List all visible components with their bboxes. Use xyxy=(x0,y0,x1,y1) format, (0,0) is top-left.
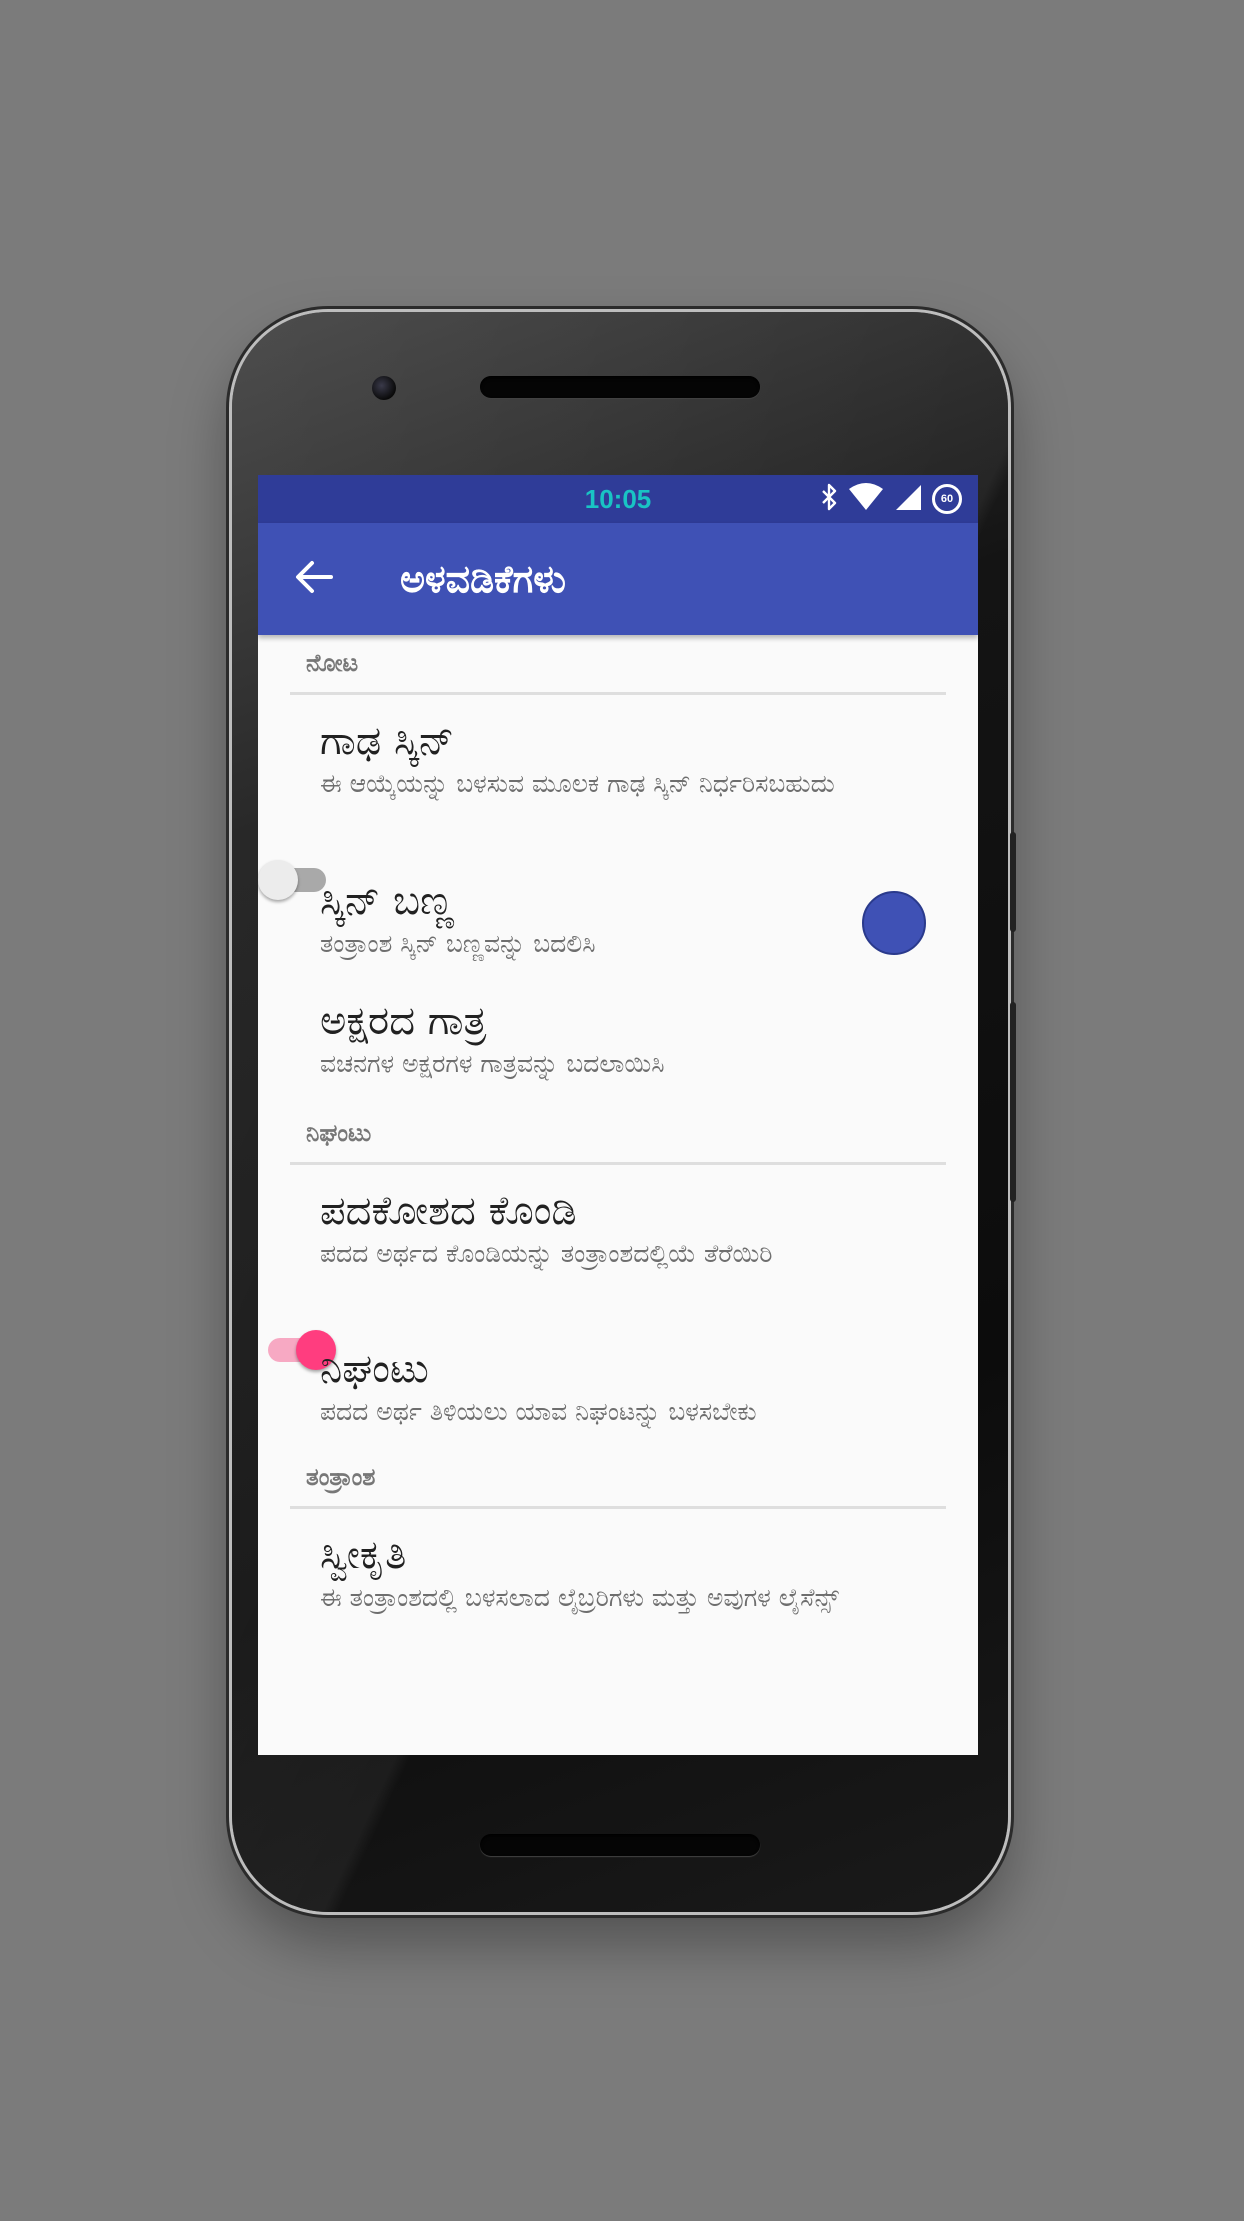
pref-title: ಪದಕೋಶದ ಕೊಂಡಿ xyxy=(320,1188,577,1234)
bottom-speaker xyxy=(480,1834,760,1856)
status-icons: 60 xyxy=(820,483,962,515)
category-header: ತಂತ್ರಾಂಶ xyxy=(258,1449,978,1509)
page-title: ಅಳವಡಿಕೆಗಳು xyxy=(400,556,566,601)
category-label: ನೋಟ xyxy=(306,649,359,677)
settings-list: ನೋಟ ಗಾಢ ಸ್ಕಿನ್ ಈ ಆಯ್ಕೆಯನ್ನು ಬಳಸುವ ಮೂಲಕ ಗ… xyxy=(258,635,978,1659)
pref-font-size[interactable]: ಅಕ್ಷರದ ಗಾತ್ರ ವಚನಗಳ ಅಕ್ಷರಗಳ ಗಾತ್ರವನ್ನು ಬದ… xyxy=(258,975,978,1105)
pref-title: ಸ್ವೀಕೃತಿ xyxy=(320,1532,407,1578)
pref-skin-color[interactable]: ಸ್ಕಿನ್ ಬಣ್ಣ ತಂತ್ರಾಂಶ ಸ್ಕಿನ್ ಬಣ್ಣವನ್ನು ಬದ… xyxy=(258,855,978,975)
pref-dark-skin[interactable]: ಗಾಢ ಸ್ಕಿನ್ ಈ ಆಯ್ಕೆಯನ್ನು ಬಳಸುವ ಮೂಲಕ ಗಾಢ ಸ… xyxy=(258,695,978,900)
pref-summary: ಈ ಆಯ್ಕೆಯನ್ನು ಬಳಸುವ ಮೂಲಕ ಗಾಢ ಸ್ಕಿನ್ ನಿರ್ಧ… xyxy=(320,769,835,798)
category-label: ನಿಘಂಟು xyxy=(306,1119,372,1147)
pref-summary: ವಚನಗಳ ಅಕ್ಷರಗಳ ಗಾತ್ರವನ್ನು ಬದಲಾಯಿಸಿ xyxy=(320,1049,665,1078)
bluetooth-icon xyxy=(820,483,838,515)
category-label: ತಂತ್ರಾಂಶ xyxy=(306,1463,376,1491)
pref-acknowledgements[interactable]: ಸ್ವೀಕೃತಿ ಈ ತಂತ್ರಾಂಶದಲ್ಲಿ ಬಳಸಲಾದ ಲೈಬ್ರರಿಗ… xyxy=(258,1509,978,1659)
cell-signal-icon xyxy=(894,483,922,515)
pref-title: ಸ್ಕಿನ್ ಬಣ್ಣ xyxy=(320,878,455,924)
arrow-back-icon xyxy=(295,560,333,598)
toolbar: ಅಳವಡಿಕೆಗಳು xyxy=(258,523,978,635)
battery-saver-icon: 60 xyxy=(932,484,962,514)
earpiece-speaker xyxy=(480,376,760,398)
volume-button xyxy=(1010,832,1016,932)
pref-title: ಅಕ್ಷರದ ಗಾತ್ರ xyxy=(320,998,487,1044)
back-button[interactable] xyxy=(258,523,370,635)
pref-title: ನಿಘಂಟು xyxy=(320,1346,429,1392)
phone-frame: 10:05 60 ಅಳವಡಿಕೆಗಳು ನೋಟ ಗಾಢ ಸ್ಕಿನ್ ಈ ಆಯ್… xyxy=(232,312,1016,1912)
pref-summary: ಪದದ ಅರ್ಥದ ಕೊಂಡಿಯನ್ನು ತಂತ್ರಾಂಶದಲ್ಲಿಯೆ ತೆರ… xyxy=(320,1239,773,1268)
category-header: ನಿಘಂಟು xyxy=(258,1105,978,1165)
skin-color-swatch[interactable] xyxy=(862,891,926,955)
pref-dictionary-link[interactable]: ಪದಕೋಶದ ಕೊಂಡಿ ಪದದ ಅರ್ಥದ ಕೊಂಡಿಯನ್ನು ತಂತ್ರಾ… xyxy=(258,1165,978,1370)
status-bar: 10:05 60 xyxy=(258,475,978,523)
pref-title: ಗಾಢ ಸ್ಕಿನ್ xyxy=(320,718,455,764)
front-camera xyxy=(372,376,396,400)
power-button xyxy=(1010,1002,1016,1202)
category-header: ನೋಟ xyxy=(258,635,978,695)
pref-dictionary[interactable]: ನಿಘಂಟು ಪದದ ಅರ್ಥ ತಿಳಿಯಲು ಯಾವ ನಿಘಂಟನ್ನು ಬಳ… xyxy=(258,1323,978,1449)
pref-summary: ತಂತ್ರಾಂಶ ಸ್ಕಿನ್ ಬಣ್ಣವನ್ನು ಬದಲಿಸಿ xyxy=(320,929,596,958)
wifi-icon xyxy=(848,483,884,515)
pref-summary: ಪದದ ಅರ್ಥ ತಿಳಿಯಲು ಯಾವ ನಿಘಂಟನ್ನು ಬಳಸಬೇಕು xyxy=(320,1397,757,1426)
screen: 10:05 60 ಅಳವಡಿಕೆಗಳು ನೋಟ ಗಾಢ ಸ್ಕಿನ್ ಈ ಆಯ್… xyxy=(258,475,978,1755)
pref-summary: ಈ ತಂತ್ರಾಂಶದಲ್ಲಿ ಬಳಸಲಾದ ಲೈಬ್ರರಿಗಳು ಮತ್ತು … xyxy=(320,1583,839,1612)
status-time: 10:05 xyxy=(584,483,652,514)
